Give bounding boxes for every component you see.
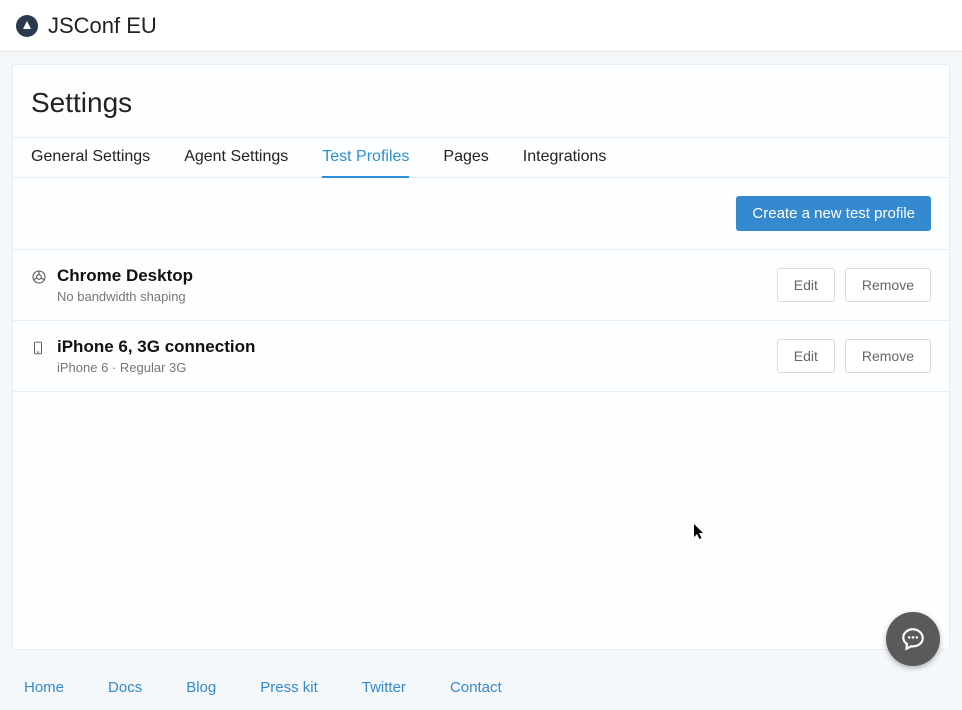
tabs: General Settings Agent Settings Test Pro… [13, 137, 949, 178]
tab-pages[interactable]: Pages [443, 138, 488, 178]
profile-subtitle: iPhone 6 · Regular 3G [57, 360, 255, 375]
create-test-profile-button[interactable]: Create a new test profile [736, 196, 931, 231]
tab-general-settings[interactable]: General Settings [31, 138, 150, 178]
tab-agent-settings[interactable]: Agent Settings [184, 138, 288, 178]
brand-logo-icon [16, 15, 38, 37]
edit-button[interactable]: Edit [777, 268, 835, 302]
profile-subtitle: No bandwidth shaping [57, 289, 193, 304]
footer-link-press-kit[interactable]: Press kit [260, 679, 318, 696]
brand-name: JSConf EU [48, 13, 157, 39]
page-title: Settings [13, 65, 949, 137]
profile-actions: Edit Remove [777, 339, 931, 373]
brand[interactable]: JSConf EU [16, 13, 157, 39]
remove-button[interactable]: Remove [845, 268, 931, 302]
tab-integrations[interactable]: Integrations [523, 138, 607, 178]
topbar: JSConf EU [0, 0, 962, 52]
footer-link-docs[interactable]: Docs [108, 679, 142, 696]
profile-row: Chrome Desktop No bandwidth shaping Edit… [13, 250, 949, 321]
footer: Home Docs Blog Press kit Twitter Contact [0, 665, 962, 710]
profile-row: iPhone 6, 3G connection iPhone 6 · Regul… [13, 321, 949, 392]
settings-panel: Settings General Settings Agent Settings… [12, 64, 950, 650]
chrome-icon [31, 269, 47, 285]
chat-widget-button[interactable] [886, 612, 940, 666]
remove-button[interactable]: Remove [845, 339, 931, 373]
profile-title: Chrome Desktop [57, 266, 193, 286]
profile-info: iPhone 6, 3G connection iPhone 6 · Regul… [31, 337, 255, 375]
profile-actions: Edit Remove [777, 268, 931, 302]
toolbar: Create a new test profile [13, 178, 949, 250]
footer-link-home[interactable]: Home [24, 679, 64, 696]
edit-button[interactable]: Edit [777, 339, 835, 373]
profile-info: Chrome Desktop No bandwidth shaping [31, 266, 193, 304]
profile-title: iPhone 6, 3G connection [57, 337, 255, 357]
phone-icon [31, 340, 47, 356]
footer-link-twitter[interactable]: Twitter [362, 679, 406, 696]
tab-test-profiles[interactable]: Test Profiles [322, 138, 409, 178]
footer-link-contact[interactable]: Contact [450, 679, 502, 696]
footer-link-blog[interactable]: Blog [186, 679, 216, 696]
